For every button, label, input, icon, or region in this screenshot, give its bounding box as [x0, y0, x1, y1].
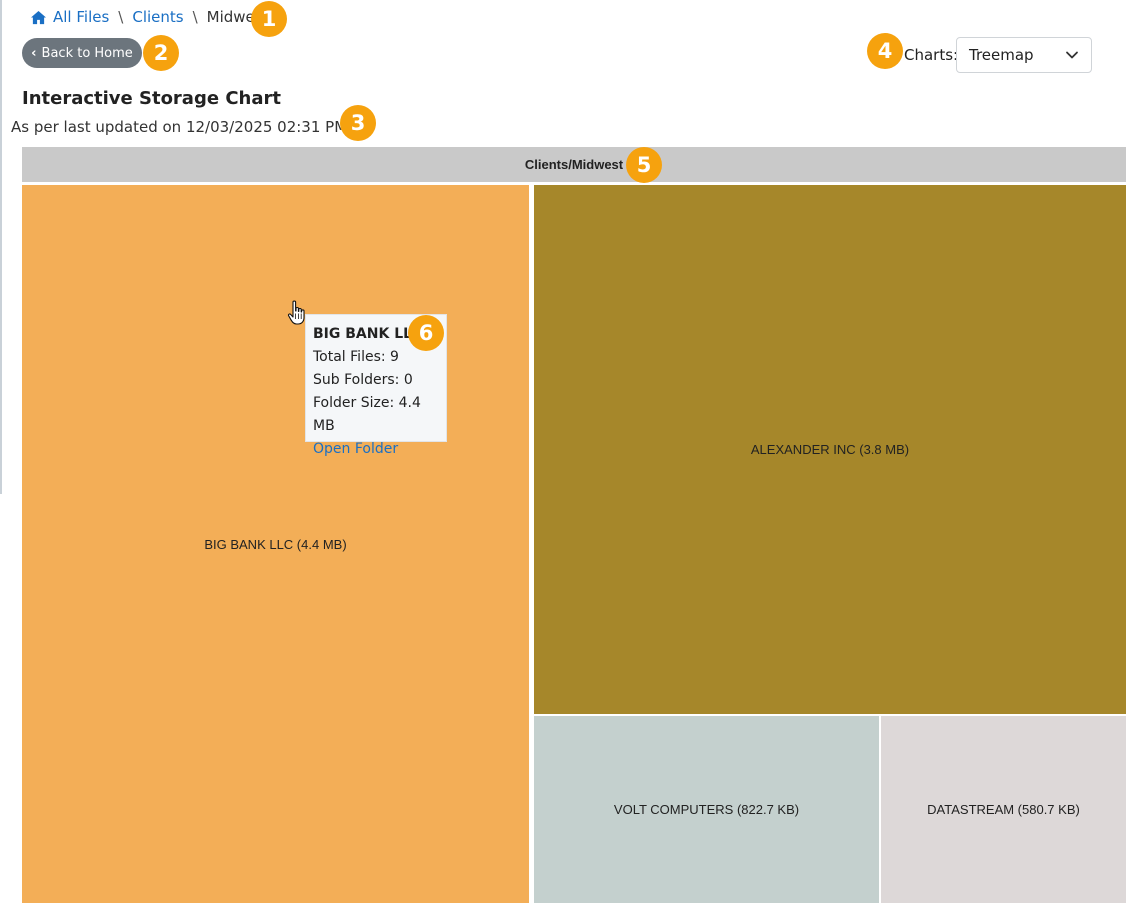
chevron-down-icon — [1066, 51, 1078, 59]
breadcrumb: All Files \ Clients \ Midwest — [30, 6, 268, 28]
treemap-tile-label: VOLT COMPUTERS (822.7 KB) — [613, 802, 800, 817]
charts-label: Charts: — [904, 46, 959, 64]
marker-2: 2 — [143, 35, 179, 71]
treemap-tile-datastream[interactable]: DATASTREAM (580.7 KB) — [881, 716, 1126, 903]
marker-6: 6 — [408, 315, 444, 351]
hand-cursor-icon — [287, 300, 305, 325]
open-folder-link[interactable]: Open Folder — [313, 438, 439, 461]
treemap-tile-big-bank[interactable]: BIG BANK LLC (4.4 MB) — [22, 185, 529, 903]
marker-4: 4 — [867, 33, 903, 69]
treemap-tile-alexander[interactable]: ALEXANDER INC (3.8 MB) — [534, 185, 1126, 714]
last-updated-text: As per last updated on 12/03/2025 02:31 … — [11, 118, 348, 136]
charts-selected-value: Treemap — [969, 46, 1034, 64]
breadcrumb-separator: \ — [118, 8, 124, 26]
charts-select[interactable]: Treemap — [956, 37, 1092, 73]
treemap-tile-label: ALEXANDER INC (3.8 MB) — [750, 442, 910, 457]
treemap-tile-volt-computers[interactable]: VOLT COMPUTERS (822.7 KB) — [534, 716, 879, 903]
treemap-tile-label: BIG BANK LLC (4.4 MB) — [204, 536, 347, 552]
back-to-home-label: Back to Home — [41, 45, 133, 61]
tooltip-sub-folders: Sub Folders: 0 — [313, 372, 413, 388]
chevron-left-icon: ‹ — [31, 45, 37, 61]
treemap-tile-label: DATASTREAM (580.7 KB) — [927, 802, 1080, 817]
last-updated: As per last updated on 12/03/2025 02:31 … — [11, 116, 375, 138]
marker-3: 3 — [340, 105, 376, 141]
back-to-home-button[interactable]: ‹ Back to Home — [22, 38, 142, 68]
breadcrumb-all-files-label: All Files — [53, 8, 110, 26]
home-icon — [31, 10, 46, 24]
treemap-header[interactable]: Clients/Midwest — [22, 147, 1126, 182]
breadcrumb-clients[interactable]: Clients — [132, 8, 183, 26]
page-title: Interactive Storage Chart — [22, 88, 281, 109]
left-panel-edge — [0, 0, 2, 494]
breadcrumb-all-files[interactable]: All Files — [30, 8, 109, 26]
tooltip-folder-size: Folder Size: 4.4 MB — [313, 395, 421, 434]
marker-1: 1 — [251, 1, 287, 37]
breadcrumb-separator: \ — [192, 8, 198, 26]
marker-5: 5 — [626, 147, 662, 183]
